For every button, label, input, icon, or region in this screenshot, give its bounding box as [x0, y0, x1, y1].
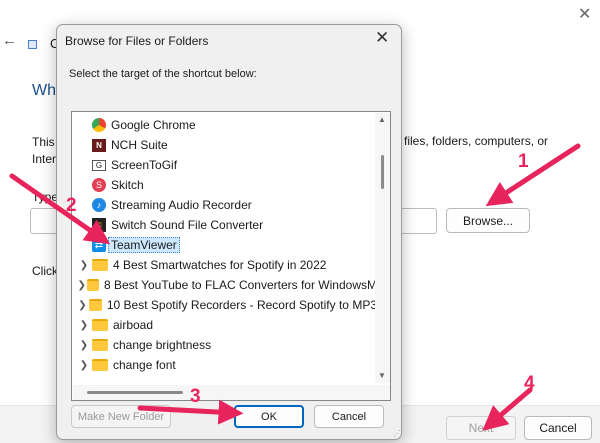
tree-item-label: NCH Suite [111, 138, 168, 152]
tree-item-label: ScreenToGif [111, 158, 178, 172]
horizontal-scroll-thumb[interactable] [87, 391, 183, 394]
ok-button[interactable]: OK [234, 405, 304, 428]
step-number-3: 3 [190, 386, 201, 407]
tree-shortcut-item[interactable]: ♫ Switch Sound File Converter [72, 215, 377, 235]
folder-icon [92, 339, 108, 351]
browse-dialog: Browse for Files or Folders ✕ Select the… [56, 24, 402, 440]
chrome-icon [92, 118, 106, 132]
tree-shortcut-item[interactable]: ⇄ TeamViewer [72, 235, 377, 255]
tree-item-label: Google Chrome [111, 118, 196, 132]
chevron-right-icon[interactable]: ❯ [72, 360, 92, 371]
tree-item-label: 8 Best YouTube to FLAC Converters for Wi… [103, 278, 377, 292]
tree-folder-item[interactable]: ❯ 4 Best Smartwatches for Spotify in 2022 [72, 255, 377, 275]
wizard-heading: Wh [32, 82, 56, 99]
tree-shortcut-item[interactable]: ♪ Streaming Audio Recorder [72, 195, 377, 215]
scroll-up-icon[interactable]: ▲ [378, 115, 386, 124]
resize-grip-icon[interactable]: ⋰ [393, 429, 401, 438]
skitch-icon: S [92, 178, 106, 192]
wizard-hint-text: Click [32, 264, 58, 278]
teamviewer-icon: ⇄ [92, 238, 106, 252]
chevron-right-icon[interactable]: ❯ [72, 340, 92, 351]
tree-item-label: airboad [113, 318, 154, 332]
vertical-scrollbar[interactable]: ▲ ▼ [375, 113, 390, 383]
horizontal-scrollbar[interactable] [73, 385, 375, 400]
make-new-folder-button[interactable]: Make New Folder [71, 405, 171, 428]
location-label: Type [32, 190, 59, 204]
folder-icon [92, 259, 108, 271]
chevron-right-icon[interactable]: ❯ [72, 280, 87, 291]
folder-tree[interactable]: Google Chrome N NCH Suite G ScreenToGif S Skit… [71, 111, 391, 401]
folder-icon [88, 299, 102, 311]
tree-item-label: change brightness [113, 338, 212, 352]
tree-shortcut-item[interactable]: S Skitch [72, 175, 377, 195]
tree-folder-item[interactable]: ❯ airboad [72, 315, 377, 335]
tree-shortcut-item[interactable]: N NCH Suite [72, 135, 377, 155]
folder-icon [87, 279, 99, 291]
tree-item-label: Streaming Audio Recorder [111, 198, 252, 212]
streaming-audio-icon: ♪ [92, 198, 106, 212]
wizard-description: This Inter [32, 135, 57, 166]
step-number-2: 2 [66, 195, 77, 216]
tree-folder-item[interactable]: ❯ 8 Best YouTube to FLAC Converters for W… [72, 275, 377, 295]
dialog-close-icon[interactable]: ✕ [375, 28, 389, 48]
folder-icon [92, 319, 108, 331]
vertical-scroll-thumb[interactable] [381, 155, 384, 189]
tree-shortcut-item[interactable]: Google Chrome [72, 115, 377, 135]
chevron-right-icon[interactable]: ❯ [72, 300, 89, 311]
arrow-to-browse [485, 143, 581, 207]
wizard-close-icon[interactable]: ✕ [578, 4, 591, 24]
tree-folder-item[interactable]: ❯ change brightness [72, 335, 377, 355]
wizard-description-right: files, folders, computers, or [404, 134, 549, 148]
folder-icon [92, 359, 108, 371]
tree-item-label: 10 Best Spotify Recorders - Record Spoti… [106, 298, 377, 312]
tree-shortcut-item[interactable]: G ScreenToGif [72, 155, 377, 175]
tree-item-label: TeamViewer [108, 237, 180, 253]
shortcut-wizard-icon [28, 40, 37, 49]
switch-icon: ♫ [92, 218, 106, 232]
chevron-right-icon[interactable]: ❯ [72, 260, 92, 271]
tree-item-label: change font [113, 358, 176, 372]
dialog-instruction: Select the target of the shortcut below: [69, 68, 257, 80]
wizard-cancel-button[interactable]: Cancel [524, 416, 592, 440]
step-number-4: 4 [524, 373, 535, 394]
dialog-title: Browse for Files or Folders [65, 34, 209, 48]
tree-folder-item[interactable]: ❯ 10 Best Spotify Recorders - Record Spot… [72, 295, 377, 315]
browse-button[interactable]: Browse... [446, 208, 530, 233]
screentogif-icon: G [92, 159, 106, 171]
back-arrow-icon[interactable]: ← [2, 32, 17, 49]
tree-folder-item[interactable]: ❯ change font [72, 355, 377, 375]
next-button[interactable]: Next [446, 416, 516, 440]
dialog-cancel-button[interactable]: Cancel [314, 405, 384, 428]
scrollbar-corner [375, 385, 390, 400]
tree-item-label: Switch Sound File Converter [111, 218, 264, 232]
nch-icon: N [92, 138, 106, 152]
scroll-down-icon[interactable]: ▼ [378, 371, 386, 380]
tree-item-label: 4 Best Smartwatches for Spotify in 2022 [113, 258, 327, 272]
chevron-right-icon[interactable]: ❯ [72, 320, 92, 331]
step-number-1: 1 [518, 151, 529, 172]
tree-item-label: Skitch [111, 178, 144, 192]
